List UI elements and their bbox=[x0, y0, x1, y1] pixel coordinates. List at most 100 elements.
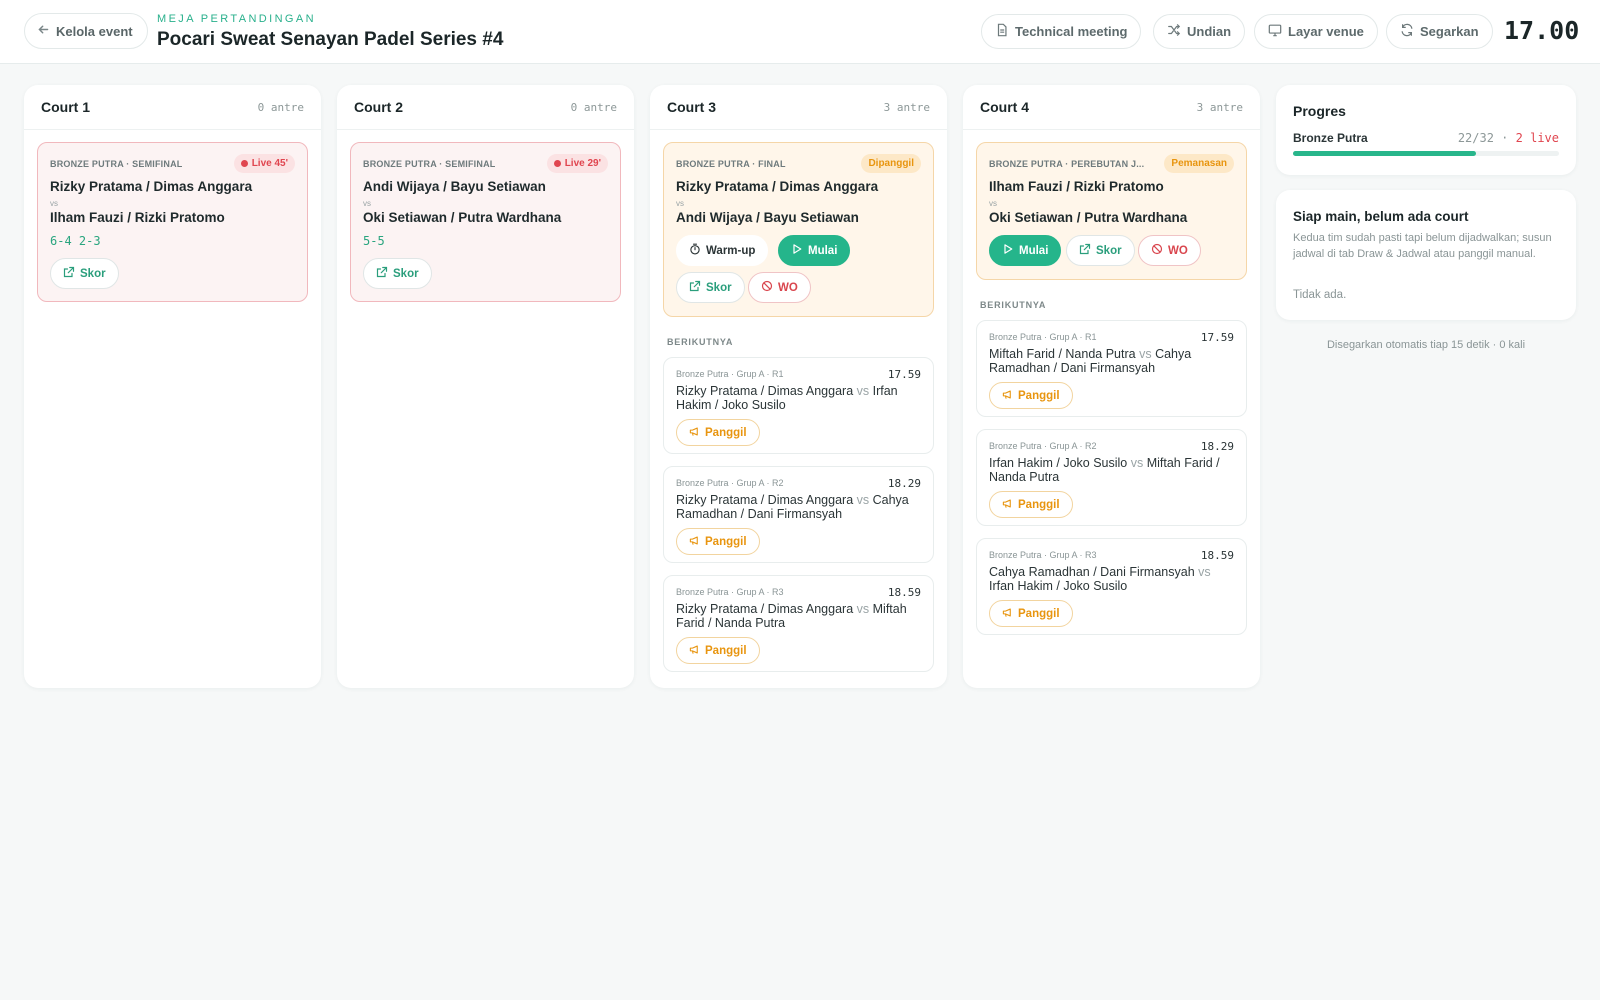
live-count: 2 live bbox=[1515, 131, 1559, 145]
match-category: BRONZE PUTRA · SEMIFINAL bbox=[50, 159, 183, 169]
start-match-button[interactable]: Mulai bbox=[989, 235, 1062, 266]
arrow-left-icon bbox=[37, 23, 50, 39]
megaphone-icon bbox=[689, 426, 700, 440]
current-match-card: BRONZE PUTRA · SEMIFINAL Live 45' Rizky … bbox=[37, 142, 308, 302]
ready-title: Siap main, belum ada court bbox=[1293, 209, 1469, 224]
call-match-button[interactable]: Panggil bbox=[989, 600, 1073, 627]
vs-label: vs bbox=[856, 384, 870, 398]
score-button[interactable]: Skor bbox=[1066, 235, 1135, 266]
call-label: Panggil bbox=[1018, 389, 1060, 402]
vs-label: vs bbox=[1130, 456, 1144, 470]
call-match-button[interactable]: Panggil bbox=[676, 637, 760, 664]
queued-teams: Miftah Farid / Nanda Putra vs Cahya Rama… bbox=[989, 347, 1234, 375]
live-badge: Live 45' bbox=[233, 154, 295, 173]
refresh-button[interactable]: Segarkan bbox=[1386, 14, 1493, 49]
called-badge: Dipanggil bbox=[861, 154, 921, 173]
call-label: Panggil bbox=[1018, 607, 1060, 620]
match-category: BRONZE PUTRA · SEMIFINAL bbox=[363, 159, 496, 169]
wo-label: WO bbox=[1168, 244, 1188, 257]
call-match-button[interactable]: Panggil bbox=[989, 491, 1073, 518]
queued-category: Bronze Putra · Grup A · R2 bbox=[676, 478, 784, 488]
queued-match-card: Bronze Putra · Grup A · R2 18.29 Rizky P… bbox=[663, 466, 934, 563]
vs-label: vs bbox=[676, 199, 684, 208]
current-match-card: BRONZE PUTRA · FINAL Dipanggil Rizky Pra… bbox=[663, 142, 934, 317]
shuffle-icon bbox=[1167, 23, 1181, 40]
start-match-button[interactable]: Mulai bbox=[778, 235, 851, 266]
warmup-badge: Pemanasan bbox=[1164, 154, 1234, 173]
court-header: Court 3 3 antre bbox=[650, 85, 947, 130]
queued-time: 18.59 bbox=[1200, 549, 1234, 562]
progress-title: Progres bbox=[1293, 103, 1346, 119]
score-button[interactable]: Skor bbox=[50, 258, 119, 289]
queued-team-1: Irfan Hakim / Joko Susilo bbox=[989, 456, 1128, 470]
queued-category: Bronze Putra · Grup A · R1 bbox=[989, 332, 1097, 342]
court-name: Court 1 bbox=[41, 99, 90, 115]
megaphone-icon bbox=[1002, 607, 1013, 621]
score-button-label: Skor bbox=[393, 267, 419, 280]
ready-unassigned-card: Siap main, belum ada court Kedua tim sud… bbox=[1276, 190, 1576, 320]
progress-counts: 22/32 · 2 live bbox=[1458, 131, 1559, 145]
refresh-icon bbox=[1400, 23, 1414, 40]
court-column: Court 3 3 antre BRONZE PUTRA · FINAL Dip… bbox=[650, 85, 947, 688]
auto-refresh-note: Disegarkan otomatis tiap 15 detik · 0 ka… bbox=[1326, 339, 1526, 351]
live-badge: Live 29' bbox=[546, 154, 608, 173]
vs-label: vs bbox=[363, 199, 371, 208]
megaphone-icon bbox=[1002, 498, 1013, 512]
venue-screen-label: Layar venue bbox=[1288, 24, 1364, 39]
team-1: Rizky Pratama / Dimas Anggara bbox=[50, 179, 253, 194]
call-match-button[interactable]: Panggil bbox=[676, 528, 760, 555]
stopwatch-icon bbox=[689, 243, 701, 258]
live-status: Live 45' bbox=[251, 158, 288, 169]
queued-team-1: Rizky Pratama / Dimas Anggara bbox=[676, 493, 854, 507]
queue-count: 0 antre bbox=[570, 101, 617, 114]
vs-label: vs bbox=[1198, 565, 1211, 579]
queue-count: 3 antre bbox=[883, 101, 930, 114]
score-button[interactable]: Skor bbox=[676, 272, 745, 303]
court-column: Court 1 0 antre BRONZE PUTRA · SEMIFINAL… bbox=[24, 85, 321, 688]
progress-card: Progres Bronze Putra 22/32 · 2 live bbox=[1276, 85, 1576, 175]
queued-match-card: Bronze Putra · Grup A · R1 17.59 Rizky P… bbox=[663, 357, 934, 454]
court-name: Court 3 bbox=[667, 99, 716, 115]
score-button-label: Skor bbox=[80, 267, 106, 280]
match-category: BRONZE PUTRA · FINAL bbox=[676, 159, 786, 169]
warmup-button[interactable]: Warm-up bbox=[676, 235, 769, 266]
back-to-event-button[interactable]: Kelola event bbox=[24, 13, 148, 49]
progress-separator: · bbox=[1501, 131, 1509, 145]
external-link-icon bbox=[1079, 243, 1091, 258]
score-button[interactable]: Skor bbox=[363, 258, 432, 289]
call-label: Panggil bbox=[1018, 498, 1060, 511]
walkover-button[interactable]: WO bbox=[1138, 235, 1201, 266]
draw-label: Undian bbox=[1187, 24, 1232, 39]
queued-teams: Irfan Hakim / Joko Susilo vs Miftah Fari… bbox=[989, 456, 1234, 484]
court-header: Court 1 0 antre bbox=[24, 85, 321, 130]
technical-meeting-button[interactable]: Technical meeting bbox=[981, 14, 1142, 49]
queued-category: Bronze Putra · Grup A · R1 bbox=[676, 369, 784, 379]
progress-category: Bronze Putra bbox=[1293, 131, 1368, 145]
live-dot-icon bbox=[553, 160, 561, 167]
document-icon bbox=[995, 23, 1009, 40]
call-label: Panggil bbox=[705, 644, 747, 657]
queued-teams: Rizky Pratama / Dimas Anggara vs Cahya R… bbox=[676, 493, 921, 521]
draw-button[interactable]: Undian bbox=[1153, 14, 1246, 49]
technical-meeting-label: Technical meeting bbox=[1015, 24, 1128, 39]
live-dot-icon bbox=[240, 160, 248, 167]
monitor-icon bbox=[1268, 23, 1282, 40]
queued-match-card: Bronze Putra · Grup A · R2 18.29 Irfan H… bbox=[976, 429, 1247, 526]
court-column: Court 4 3 antre BRONZE PUTRA · PEREBUTAN… bbox=[963, 85, 1260, 688]
queued-teams: Rizky Pratama / Dimas Anggara vs Irfan H… bbox=[676, 384, 921, 412]
venue-screen-button[interactable]: Layar venue bbox=[1254, 14, 1378, 49]
current-match-card: BRONZE PUTRA · SEMIFINAL Live 29' Andi W… bbox=[350, 142, 621, 302]
start-label: Mulai bbox=[1019, 244, 1049, 257]
walkover-button[interactable]: WO bbox=[748, 272, 811, 303]
queued-team-1: Miftah Farid / Nanda Putra bbox=[989, 347, 1136, 361]
call-match-button[interactable]: Panggil bbox=[989, 382, 1073, 409]
court-name: Court 4 bbox=[980, 99, 1029, 115]
call-match-button[interactable]: Panggil bbox=[676, 419, 760, 446]
top-bar: Kelola event MEJA PERTANDINGAN Pocari Sw… bbox=[0, 0, 1600, 64]
queued-team-1: Rizky Pratama / Dimas Anggara bbox=[676, 602, 854, 616]
refresh-label: Segarkan bbox=[1420, 24, 1479, 39]
court-name: Court 2 bbox=[354, 99, 403, 115]
team-2: Oki Setiawan / Putra Wardhana bbox=[363, 210, 562, 225]
queued-time: 18.59 bbox=[887, 586, 921, 599]
megaphone-icon bbox=[1002, 389, 1013, 403]
